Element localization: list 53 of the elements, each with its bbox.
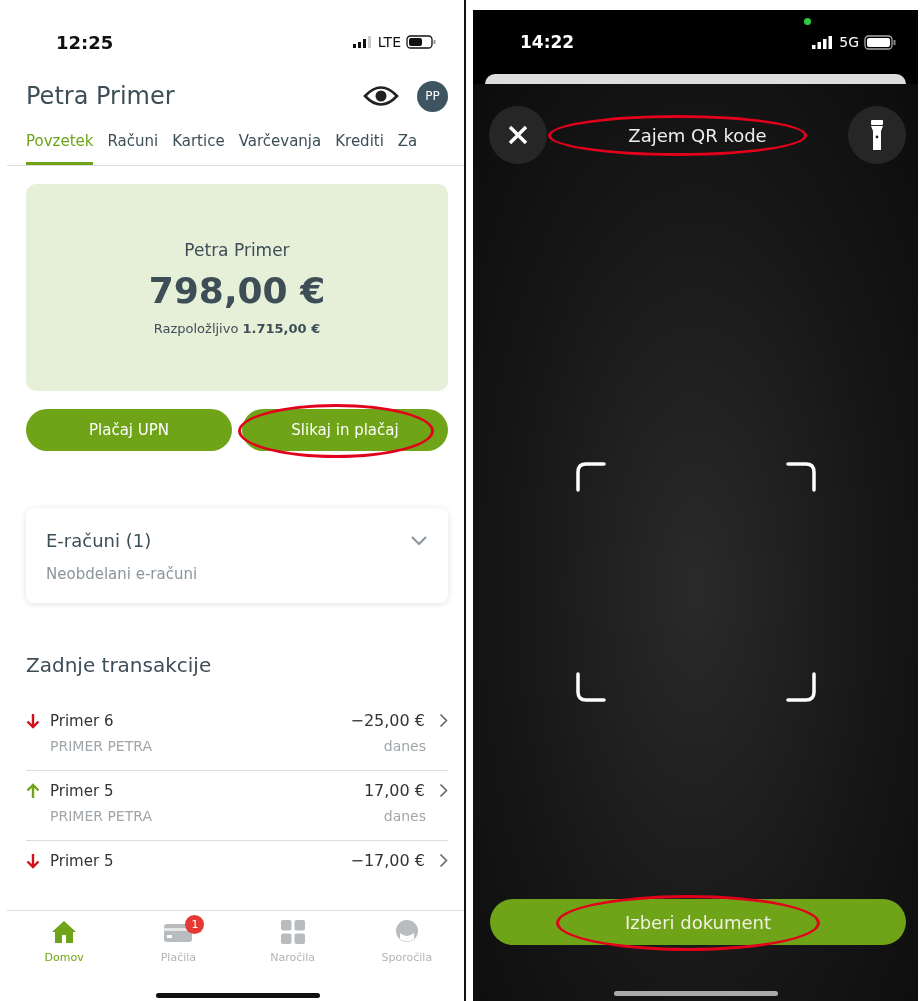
transaction-amount: −25,00 €: [350, 711, 425, 730]
tab[interactable]: Varčevanja: [238, 132, 322, 165]
transaction-name: Primer 5: [50, 851, 115, 870]
avatar[interactable]: PP: [417, 80, 448, 112]
signal-icon: [812, 35, 835, 49]
chevron-right-icon: [439, 783, 448, 798]
network-label: 5G: [839, 34, 859, 50]
home-icon: [51, 920, 78, 944]
account-balance: 798,00 €: [148, 269, 326, 311]
transaction-row[interactable]: Primer 6 −25,00 € PRIMER PETRA danes: [26, 701, 448, 771]
flashlight-icon: [870, 120, 884, 150]
headset-icon: [394, 919, 419, 945]
chevron-icon[interactable]: [410, 535, 428, 546]
nav-item[interactable]: 1 Plačila: [121, 913, 236, 979]
transaction-party: PRIMER PETRA: [50, 738, 152, 754]
available-balance: Razpoložljivo 1.715,00 €: [153, 320, 321, 336]
transaction-row[interactable]: Primer 5 17,00 € PRIMER PETRA danes: [26, 771, 448, 841]
battery-icon: [864, 34, 896, 50]
status-time: 14:22: [520, 32, 575, 52]
chevron-right-icon: [439, 713, 448, 728]
tab[interactable]: Računi: [107, 132, 159, 165]
transaction-amount: 17,00 €: [363, 781, 425, 800]
arrow-down-icon: [26, 852, 40, 869]
transaction-name: Primer 5: [50, 781, 115, 800]
tab[interactable]: Krediti: [335, 132, 384, 165]
transaction-amount: −17,00 €: [350, 851, 425, 870]
screen-title: Zajem QR kode: [628, 124, 767, 146]
transaction-date: danes: [383, 738, 426, 754]
arrow-down-icon: [26, 712, 40, 729]
transaction-date: danes: [383, 808, 426, 824]
e-bills-card[interactable]: E-računi (1) Neobdelani e-računi: [26, 508, 448, 603]
arrow-up-icon: [26, 782, 40, 799]
e-bills-subtitle: Neobdelani e-računi: [46, 565, 199, 583]
battery-icon: [406, 35, 436, 49]
tab[interactable]: Za: [397, 132, 418, 165]
transaction-name: Primer 6: [50, 711, 115, 730]
grid-icon: [280, 920, 305, 944]
e-bills-title: E-računi (1): [46, 530, 152, 551]
close-icon: [507, 124, 529, 146]
chevron-right-icon: [439, 853, 448, 868]
page-title: Petra Primer: [26, 82, 176, 110]
network-label: LTE: [377, 34, 401, 50]
notification-badge: 1: [185, 915, 205, 934]
camera-indicator-dot: [804, 18, 811, 25]
card-icon: [164, 922, 193, 942]
transaction-row[interactable]: Primer 5 −17,00 €: [26, 841, 448, 886]
account-owner: Petra Primer: [184, 239, 290, 260]
tab[interactable]: Kartice: [172, 132, 225, 165]
eye-icon[interactable]: [363, 85, 399, 107]
status-time: 12:25: [56, 31, 114, 53]
transaction-party: PRIMER PETRA: [50, 808, 152, 824]
section-title: Zadnje transakcije: [26, 653, 213, 677]
signal-icon: [352, 36, 373, 48]
